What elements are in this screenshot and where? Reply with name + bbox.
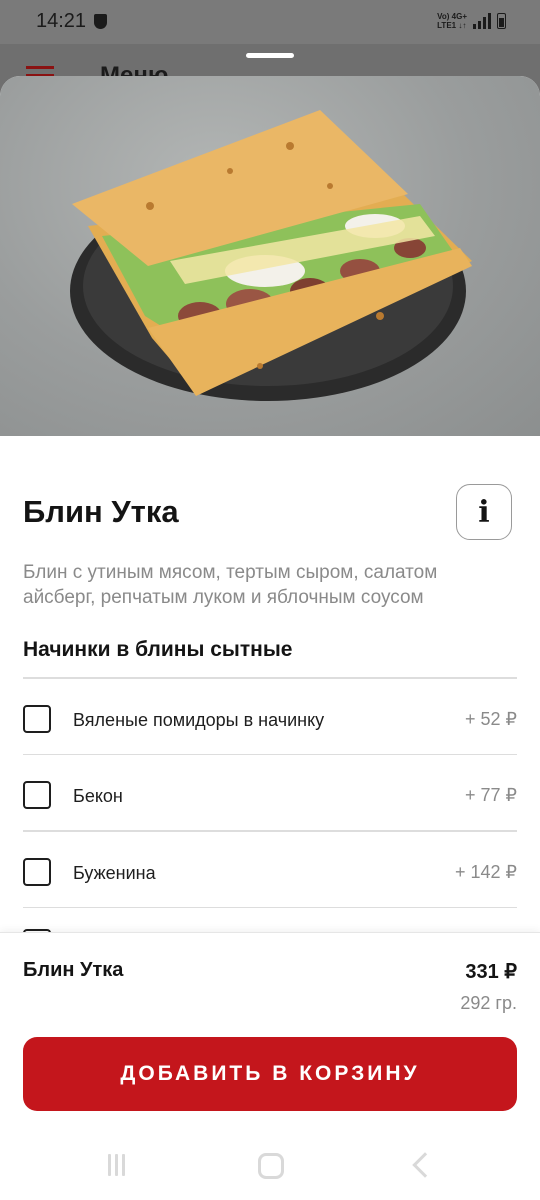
summary-price: 331 ₽ — [465, 961, 517, 983]
shield-icon — [94, 14, 107, 29]
recent-apps-icon[interactable] — [108, 1154, 125, 1176]
status-indicators: Vo) 4G+ LTE1 ↓↑ — [437, 12, 506, 30]
add-to-cart-button[interactable]: ДОБАВИТЬ В КОРЗИНУ — [23, 1037, 517, 1111]
option-row[interactable]: Бекон + 77 ₽ — [23, 755, 517, 830]
product-image — [0, 76, 540, 436]
option-label: Бекон — [73, 786, 123, 806]
options-list: Вяленые помидоры в начинку + 52 ₽ Бекон … — [23, 677, 517, 908]
option-label: Буженина — [73, 862, 156, 883]
signal-icon — [473, 13, 491, 29]
option-row[interactable]: Буженина + 142 ₽ — [23, 832, 517, 907]
sheet-drag-handle[interactable] — [246, 53, 294, 58]
battery-icon — [497, 13, 506, 29]
option-checkbox[interactable] — [23, 781, 51, 809]
home-icon[interactable] — [258, 1153, 284, 1179]
option-price: + 77 ₽ — [465, 785, 517, 805]
option-checkbox[interactable] — [23, 857, 51, 886]
product-title: Блин Утка — [23, 494, 179, 529]
status-time: 14:21 — [36, 10, 87, 32]
option-price: + 142 ₽ — [455, 861, 517, 882]
info-icon: i — [478, 494, 490, 530]
info-button[interactable]: i — [456, 484, 512, 540]
options-section-title: Начинки в блины сытные — [23, 638, 293, 661]
status-bar: 14:21 Vo) 4G+ LTE1 ↓↑ — [0, 0, 540, 44]
option-label: Вяленые помидоры в начинку — [73, 709, 325, 730]
product-description: Блин с утиным мясом, тертым сыром, салат… — [23, 562, 438, 608]
summary-weight: 292 гр. — [460, 993, 517, 1013]
divider — [23, 906, 517, 908]
option-price: + 52 ₽ — [465, 708, 517, 729]
option-checkbox[interactable] — [23, 704, 51, 733]
option-row[interactable]: Вяленые помидоры в начинку + 52 ₽ — [23, 679, 517, 754]
product-sheet: Блин Утка i Блин с утиным мясом, тертым … — [0, 76, 540, 1200]
summary-product-name: Блин Утка — [23, 959, 124, 981]
network-type: Vo) 4G+ LTE1 ↓↑ — [437, 12, 467, 30]
